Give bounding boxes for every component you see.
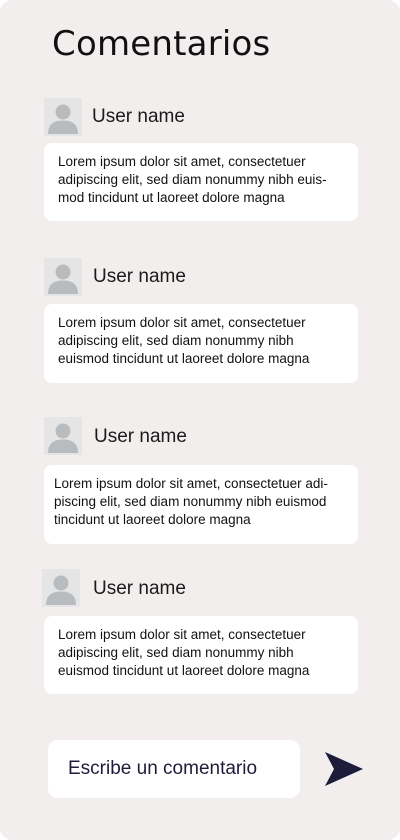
comment-text: Lorem ipsum dolor sit amet, consectetuer…	[44, 304, 358, 383]
avatar	[42, 569, 80, 607]
avatar	[44, 258, 82, 296]
avatar	[44, 417, 82, 455]
comment-text: Lorem ipsum dolor sit amet, consectetuer…	[44, 616, 358, 694]
comment-input-placeholder: Escribe un comentario	[68, 758, 258, 779]
user-name: User name	[92, 106, 185, 127]
user-name: User name	[94, 426, 187, 447]
send-icon	[325, 752, 363, 786]
user-avatar-icon	[48, 104, 78, 134]
user-name: User name	[93, 578, 186, 599]
user-name: User name	[93, 266, 186, 287]
comment-input[interactable]: Escribe un comentario	[48, 740, 300, 798]
user-avatar-icon	[48, 423, 78, 453]
send-button[interactable]	[323, 750, 365, 788]
avatar	[44, 98, 82, 136]
comments-panel: Comentarios User name Lorem ipsum dolor …	[0, 0, 400, 840]
comment-text: Lorem ipsum dolor sit amet, consectetuer…	[44, 465, 358, 544]
user-avatar-icon	[46, 575, 76, 605]
comment-text: Lorem ipsum dolor sit amet, consectetuer…	[44, 143, 358, 221]
page-title: Comentarios	[52, 24, 271, 64]
user-avatar-icon	[48, 264, 78, 294]
